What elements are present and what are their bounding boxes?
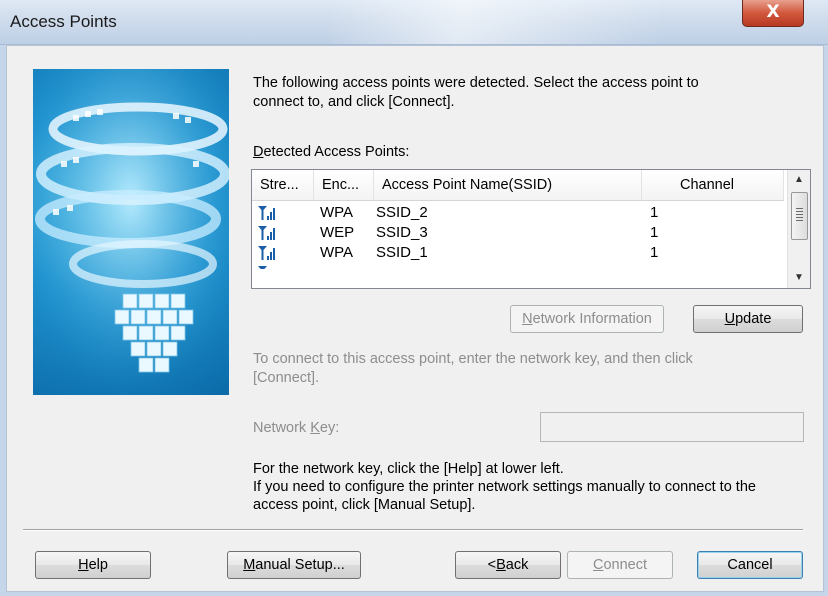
dialog-client-area: The following access points were detecte…	[6, 45, 824, 592]
row-channel: 1	[650, 204, 659, 221]
help-button[interactable]: Help	[35, 551, 151, 579]
connect-hint-line: To connect to this access point, enter t…	[253, 351, 693, 367]
signal-strength-icon	[258, 206, 275, 220]
column-header-encryption[interactable]: Enc...	[314, 170, 374, 200]
help-text-line: For the network key, click the [Help] at…	[253, 461, 564, 477]
button-label: etwork Information	[532, 311, 652, 327]
row-encryption: WEP	[320, 224, 355, 241]
network-key-input[interactable]	[540, 412, 804, 442]
accelerator-key: D	[253, 144, 264, 160]
button-label: anual Setup...	[255, 557, 345, 573]
button-label: ack	[505, 557, 529, 573]
row-channel: 1	[650, 224, 659, 241]
close-button[interactable]: X	[742, 0, 804, 27]
row-encryption: WPA	[320, 244, 354, 261]
scroll-down-arrow-icon[interactable]: ▼	[788, 268, 810, 288]
button-label: pdate	[735, 311, 772, 327]
intro-text-line: The following access points were detecte…	[253, 75, 699, 91]
button-label: elp	[88, 557, 108, 573]
list-scrollbar[interactable]: ▲ ▼	[787, 170, 810, 288]
footer-separator	[23, 529, 803, 531]
row-ssid: SSID_3	[376, 224, 428, 241]
title-bar: Access Points X	[0, 0, 828, 45]
network-information-button[interactable]: Network Information	[510, 305, 664, 333]
access-points-list[interactable]: Stre... Enc... Access Point Name(SSID) C…	[251, 169, 811, 289]
wizard-illustration	[33, 69, 229, 395]
row-encryption: WPA	[320, 204, 354, 221]
intro-text: The following access points were detecte…	[253, 74, 813, 112]
button-label: <	[487, 557, 497, 573]
scroll-up-arrow-icon[interactable]: ▲	[788, 170, 810, 190]
help-text-line: access point, click [Manual Setup].	[253, 497, 476, 513]
manual-setup-button[interactable]: Manual Setup...	[227, 551, 361, 579]
accelerator-key: U	[724, 311, 736, 327]
signal-strength-icon	[258, 246, 275, 260]
cancel-button[interactable]: Cancel	[697, 551, 803, 579]
label-text: Network	[253, 420, 311, 436]
accelerator-key: M	[243, 557, 256, 573]
row-channel: 1	[650, 244, 659, 261]
network-key-label: Network Key:	[253, 420, 339, 436]
button-label: onnect	[603, 557, 648, 573]
connect-hint-line: [Connect].	[253, 370, 320, 386]
list-row-partial	[252, 263, 784, 269]
intro-text-line: connect to, and click [Connect].	[253, 94, 455, 110]
list-row[interactable]: WPA SSID_1 1	[252, 243, 784, 263]
accelerator-key: H	[78, 557, 89, 573]
help-text: For the network key, click the [Help] at…	[253, 460, 823, 514]
accelerator-key: B	[496, 557, 506, 573]
spiral-graphic	[33, 69, 229, 395]
column-header-strength[interactable]: Stre...	[252, 170, 314, 200]
connect-hint-text: To connect to this access point, enter t…	[253, 350, 813, 388]
row-ssid: SSID_1	[376, 244, 428, 261]
detected-access-points-label: Detected Access Points:	[253, 144, 409, 160]
window-title: Access Points	[10, 12, 117, 31]
help-text-line: If you need to configure the printer net…	[253, 479, 756, 495]
column-header-ssid[interactable]: Access Point Name(SSID)	[374, 170, 642, 200]
update-button[interactable]: Update	[693, 305, 803, 333]
list-row[interactable]: WPA SSID_2 1	[252, 203, 784, 223]
connect-button[interactable]: Connect	[567, 551, 673, 579]
signal-strength-icon	[258, 266, 267, 269]
accelerator-key: N	[522, 311, 533, 327]
grip-icon	[796, 208, 803, 222]
accelerator-key: C	[592, 557, 604, 573]
title-bar-glass	[330, 0, 660, 44]
list-row[interactable]: WEP SSID_3 1	[252, 223, 784, 243]
label-text: ey:	[319, 420, 340, 436]
label-text: etected Access Points:	[263, 144, 410, 160]
accelerator-key: K	[310, 420, 320, 436]
column-header-channel[interactable]: Channel	[642, 170, 784, 200]
row-ssid: SSID_2	[376, 204, 428, 221]
back-button[interactable]: <Back	[455, 551, 561, 579]
scroll-thumb[interactable]	[791, 192, 808, 240]
signal-strength-icon	[258, 226, 275, 240]
list-header: Stre... Enc... Access Point Name(SSID) C…	[252, 170, 784, 201]
